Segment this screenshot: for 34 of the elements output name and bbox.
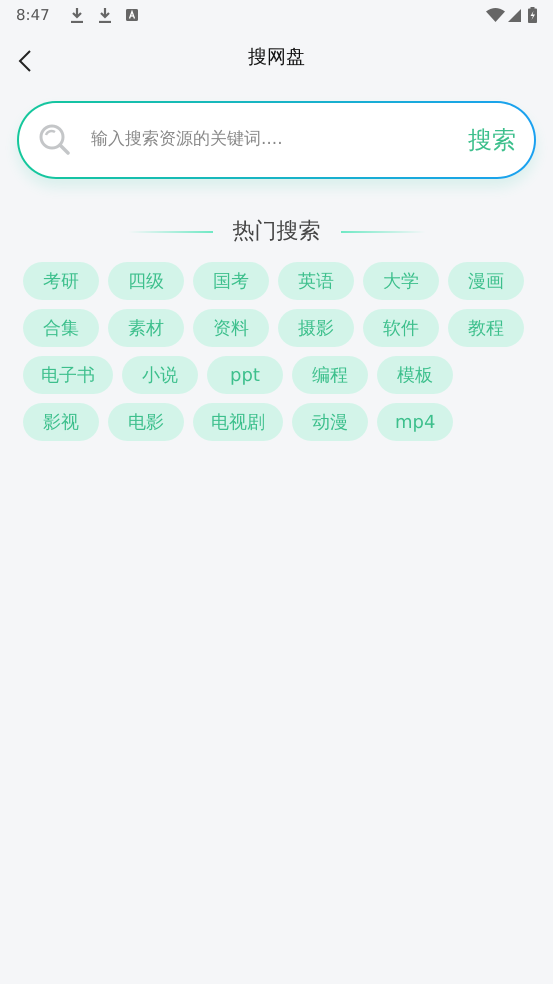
- hot-search-tag[interactable]: 模板: [377, 356, 453, 394]
- hot-search-tag[interactable]: 漫画: [448, 262, 524, 300]
- status-time: 8:47: [16, 4, 50, 26]
- hot-search-tag[interactable]: 电视剧: [193, 403, 283, 441]
- hot-search-tag[interactable]: mp4: [377, 403, 454, 441]
- signal-icon: [508, 8, 521, 22]
- app-notification-icon: [126, 9, 138, 21]
- hot-search-tag[interactable]: 资料: [193, 309, 269, 347]
- download-icon: [70, 7, 84, 23]
- section-title: 热门搜索: [232, 218, 320, 246]
- hot-search-tag[interactable]: 电子书: [23, 356, 113, 394]
- hot-search-tag[interactable]: ppt: [207, 356, 283, 394]
- page-title: 搜网盘: [248, 44, 305, 70]
- download-icon: [98, 7, 112, 23]
- hot-search-tag[interactable]: 摄影: [278, 309, 354, 347]
- wifi-icon: [486, 8, 505, 22]
- battery-charging-icon: [528, 7, 537, 23]
- hot-search-tag[interactable]: 软件: [363, 309, 439, 347]
- hot-search-tag[interactable]: 电影: [108, 403, 184, 441]
- hot-search-tag[interactable]: 素材: [108, 309, 184, 347]
- search-field[interactable]: 输入搜索资源的关键词.... 搜索: [17, 101, 536, 179]
- search-icon: [39, 124, 71, 156]
- hot-search-tag[interactable]: 国考: [193, 262, 269, 300]
- hot-search-tag[interactable]: 合集: [23, 309, 99, 347]
- hot-search-tag[interactable]: 考研: [23, 262, 99, 300]
- hot-search-tag[interactable]: 大学: [363, 262, 439, 300]
- hot-search-tag[interactable]: 编程: [292, 356, 368, 394]
- hot-search-tag[interactable]: 小说: [122, 356, 198, 394]
- hot-search-tag[interactable]: 动漫: [292, 403, 368, 441]
- search-button[interactable]: 搜索: [468, 122, 516, 158]
- hot-search-tag[interactable]: 教程: [448, 309, 524, 347]
- hot-search-tag[interactable]: 四级: [108, 262, 184, 300]
- hot-search-tag[interactable]: 英语: [278, 262, 354, 300]
- hot-search-tag[interactable]: 影视: [23, 403, 99, 441]
